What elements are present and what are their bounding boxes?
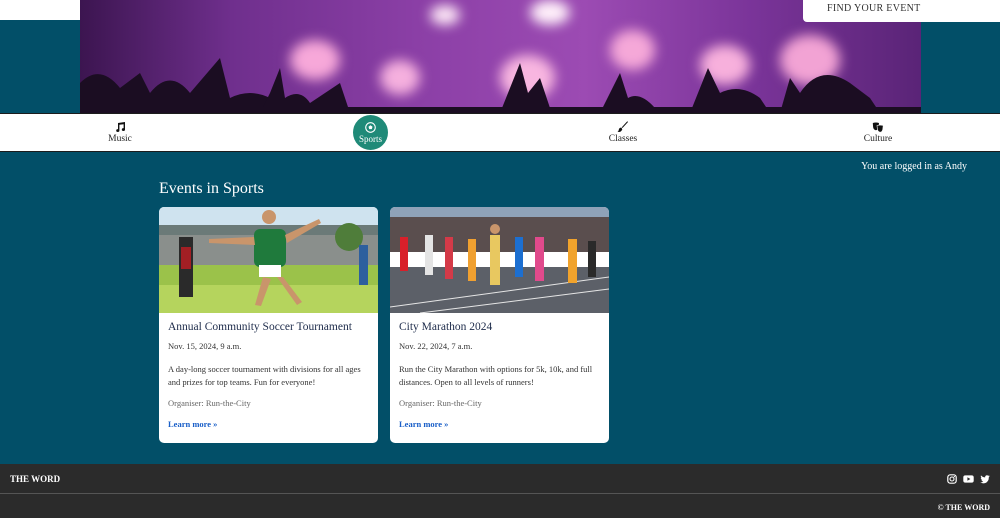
event-date: Nov. 22, 2024, 7 a.m. <box>399 341 473 351</box>
crowd-silhouette <box>80 58 921 113</box>
event-organiser: Organiser: Run-the-City <box>399 398 482 408</box>
find-event-box: FIND YOUR EVENT <box>803 0 1000 22</box>
event-card: Annual Community Soccer Tournament Nov. … <box>159 207 378 443</box>
footer-copyright: © THE WORD <box>937 503 990 512</box>
header-left-bar <box>0 0 80 20</box>
event-title[interactable]: Annual Community Soccer Tournament <box>168 321 369 333</box>
site-footer: THE WORD © THE WORD <box>0 464 1000 518</box>
category-label: Sports <box>358 133 382 144</box>
music-note-icon <box>116 122 126 132</box>
soccer-ball-icon <box>365 121 376 133</box>
category-classes[interactable]: Classes <box>583 114 663 151</box>
category-label: Music <box>108 134 132 144</box>
category-culture[interactable]: Culture <box>838 114 918 151</box>
learn-more-link[interactable]: Learn more » <box>399 419 600 429</box>
learn-more-link[interactable]: Learn more » <box>168 419 369 429</box>
event-date: Nov. 15, 2024, 9 a.m. <box>168 341 242 351</box>
youtube-icon[interactable] <box>963 474 974 484</box>
login-status: You are logged in as Andy <box>861 161 967 172</box>
category-label: Culture <box>863 134 893 144</box>
section-title: Events in Sports <box>159 180 264 197</box>
event-organiser: Organiser: Run-the-City <box>168 398 251 408</box>
instagram-icon[interactable] <box>947 474 957 484</box>
twitter-icon[interactable] <box>980 474 990 484</box>
hero-banner-image <box>80 0 921 113</box>
event-title[interactable]: City Marathon 2024 <box>399 321 600 333</box>
category-music[interactable]: Music <box>80 114 160 151</box>
footer-divider <box>0 493 1000 494</box>
event-description: Run the City Marathon with options for 5… <box>399 364 593 387</box>
category-nav: Music Classes Culture <box>0 113 1000 152</box>
event-image <box>390 207 609 313</box>
event-card: City Marathon 2024 Nov. 22, 2024, 7 a.m.… <box>390 207 609 443</box>
theater-masks-icon <box>872 122 884 133</box>
event-image <box>159 207 378 313</box>
event-description: A day-long soccer tournament with divisi… <box>168 364 361 387</box>
find-event-link[interactable]: FIND YOUR EVENT <box>827 3 921 14</box>
paintbrush-icon <box>617 121 628 133</box>
category-label: Classes <box>608 134 638 144</box>
category-sports-active[interactable]: Sports <box>353 115 388 150</box>
footer-brand[interactable]: THE WORD <box>10 474 60 484</box>
